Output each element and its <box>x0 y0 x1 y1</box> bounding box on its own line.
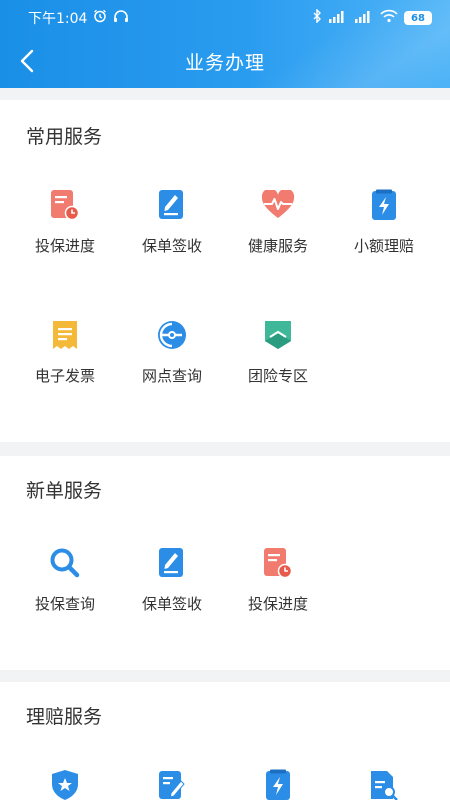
service-label: 健康服务 <box>247 237 308 255</box>
service-e-invoice[interactable]: 电子发票 <box>13 318 117 386</box>
service-label: 投保进度 <box>247 595 308 613</box>
service-policy-sign[interactable]: 保单签收 <box>120 188 224 256</box>
service-network-search[interactable]: 网点查询 <box>120 318 224 386</box>
service-insure-progress[interactable]: 投保进度 <box>13 188 117 256</box>
service-insure-query[interactable]: 投保查询 <box>13 546 117 614</box>
service-claim-4[interactable] <box>332 768 436 800</box>
section-common-services: 常用服务 投保进度 保单签收 健康服务 小额理赔 电子发票 网点查询 团险专区 <box>0 100 450 442</box>
section-title: 新单服务 <box>26 480 103 502</box>
lightning-claim-icon <box>367 188 401 222</box>
nav-bar: 业务办理 <box>0 36 450 86</box>
bluetooth-icon <box>312 8 322 27</box>
section-title: 常用服务 <box>26 126 103 148</box>
heart-pulse-icon <box>261 188 295 222</box>
service-policy-sign[interactable]: 保单签收 <box>120 546 224 614</box>
receipt-icon <box>48 318 82 352</box>
service-group-insurance[interactable]: 团险专区 <box>226 318 330 386</box>
edit-doc-icon <box>155 768 189 800</box>
status-bar: 下午1:04 68 <box>0 0 450 36</box>
headphones-icon <box>113 9 129 27</box>
alarm-icon <box>93 9 107 27</box>
search-icon <box>48 546 82 580</box>
service-claim-3[interactable] <box>226 768 330 800</box>
service-claim-1[interactable] <box>13 768 117 800</box>
lightning-claim-icon <box>261 768 295 800</box>
service-insure-progress[interactable]: 投保进度 <box>226 546 330 614</box>
insure-progress-icon <box>48 188 82 222</box>
service-claim-2[interactable] <box>120 768 224 800</box>
service-label: 团险专区 <box>247 367 308 385</box>
service-label: 保单签收 <box>141 595 202 613</box>
service-health[interactable]: 健康服务 <box>226 188 330 256</box>
insure-progress-icon <box>261 546 295 580</box>
status-time: 下午1:04 <box>28 11 88 27</box>
service-label: 小额理赔 <box>353 237 414 255</box>
signal-icon <box>328 10 348 27</box>
battery-indicator: 68 <box>404 11 432 25</box>
signal-icon-2 <box>354 10 374 27</box>
chevron-left-icon <box>20 49 34 73</box>
shield-star-icon <box>48 768 82 800</box>
service-label: 投保查询 <box>34 595 95 613</box>
network-search-icon <box>155 318 189 352</box>
service-label: 保单签收 <box>141 237 202 255</box>
wifi-icon <box>380 9 398 27</box>
doc-search-icon <box>367 768 401 800</box>
section-new-policy-services: 新单服务 投保查询 保单签收 投保进度 <box>0 456 450 670</box>
service-label: 网点查询 <box>141 367 202 385</box>
service-small-claim[interactable]: 小额理赔 <box>332 188 436 256</box>
service-label: 投保进度 <box>34 237 95 255</box>
back-button[interactable] <box>12 46 42 76</box>
section-title: 理赔服务 <box>26 706 103 728</box>
page-title: 业务办理 <box>184 51 265 74</box>
section-claim-services: 理赔服务 <box>0 682 450 800</box>
policy-sign-icon <box>155 188 189 222</box>
policy-sign-icon <box>155 546 189 580</box>
group-insurance-icon <box>261 318 295 352</box>
service-label: 电子发票 <box>34 367 95 385</box>
